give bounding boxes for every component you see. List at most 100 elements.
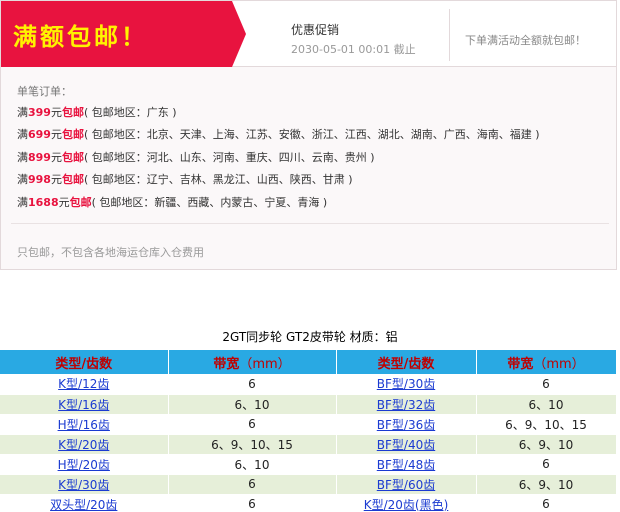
promo-deadline: 2030-05-01 00:01 截止 <box>291 43 416 56</box>
table-row: 双头型/20齿 6 K型/20齿(黑色) 6 <box>0 494 617 512</box>
table-row: K型/30齿 6 BF型/60齿 6、9、10 <box>0 474 617 495</box>
header-width-2: 带宽（mm） <box>476 350 617 374</box>
rule-free-label: 包邮 <box>69 196 92 209</box>
header-width-2-label: 带宽 <box>507 356 534 372</box>
rule-regions: ( 包邮地区：北京、天津、上海、江苏、安徽、浙江、江西、湖北、湖南、广西、海南、… <box>83 128 540 141</box>
product-link[interactable]: BF型/30齿 <box>377 377 435 391</box>
type-cell: BF型/40齿 <box>336 434 477 455</box>
rule-regions: ( 包邮地区：新疆、西藏、内蒙古、宁夏、青海 ) <box>91 196 328 209</box>
width-cell: 6 <box>476 454 617 475</box>
type-cell: BF型/36齿 <box>336 414 477 435</box>
product-link[interactable]: K型/16齿 <box>58 398 109 412</box>
header-type-2: 类型/齿数 <box>336 350 477 374</box>
shipping-rule: 满1688元包邮( 包邮地区：新疆、西藏、内蒙古、宁夏、青海 ) <box>17 194 327 210</box>
rule-prefix: 满 <box>17 173 28 186</box>
rule-free-label: 包邮 <box>61 173 84 186</box>
product-link[interactable]: BF型/36齿 <box>377 418 435 432</box>
rule-unit: 元 <box>50 151 62 164</box>
promo-header: 满额包邮！ 优惠促销 2030-05-01 00:01 截止 下单满活动全额就包… <box>1 1 616 67</box>
header-width-2-unit: （mm） <box>533 356 585 372</box>
product-link[interactable]: H型/20齿 <box>58 458 110 472</box>
shipping-rule: 满899元包邮( 包邮地区：河北、山东、河南、重庆、四川、云南、贵州 ) <box>17 149 375 165</box>
width-cell: 6、9、10 <box>476 474 617 495</box>
table-row: H型/16齿 6 BF型/36齿 6、9、10、15 <box>0 414 617 435</box>
table-row: K型/16齿 6、10 BF型/32齿 6、10 <box>0 394 617 415</box>
width-cell: 6、10 <box>168 394 337 415</box>
header-width-1-label: 带宽 <box>213 356 240 372</box>
width-cell: 6、9、10、15 <box>168 434 337 455</box>
width-cell: 6 <box>476 494 617 512</box>
width-cell: 6、10 <box>476 394 617 415</box>
product-link[interactable]: BF型/32齿 <box>377 398 435 412</box>
promo-note: 下单满活动全额就包邮！ <box>465 34 586 47</box>
width-cell: 6、9、10、15 <box>476 414 617 435</box>
rule-prefix: 满 <box>17 106 28 119</box>
promo-ribbon: 满额包邮！ <box>1 1 246 67</box>
type-cell: 双头型/20齿 <box>0 494 169 512</box>
type-cell: K型/12齿 <box>0 374 169 395</box>
table-row: H型/20齿 6、10 BF型/48齿 6 <box>0 454 617 475</box>
table-row: K型/12齿 6 BF型/30齿 6 <box>0 374 617 395</box>
width-cell: 6、9、10 <box>476 434 617 455</box>
table-title: 2GT同步轮 GT2皮带轮 材质：铝 <box>222 330 398 344</box>
width-cell: 6 <box>168 374 337 395</box>
product-link[interactable]: K型/30齿 <box>58 478 109 492</box>
rule-amount: 998 <box>28 173 51 186</box>
promo-separator <box>11 223 609 224</box>
rule-unit: 元 <box>58 196 70 209</box>
rule-prefix: 满 <box>17 151 28 164</box>
rule-free-label: 包邮 <box>61 151 84 164</box>
rules-title: 单笔订单： <box>17 85 72 98</box>
rule-free-label: 包邮 <box>61 128 84 141</box>
type-cell: BF型/32齿 <box>336 394 477 415</box>
rule-prefix: 满 <box>17 196 28 209</box>
width-cell: 6 <box>168 414 337 435</box>
width-cell: 6、10 <box>168 454 337 475</box>
header-type-1: 类型/齿数 <box>0 350 169 374</box>
promo-footnote: 只包邮，不包含各地海运仓库入仓费用 <box>17 246 204 259</box>
type-cell: K型/20齿 <box>0 434 169 455</box>
rule-prefix: 满 <box>17 128 28 141</box>
table-row: K型/20齿 6、9、10、15 BF型/40齿 6、9、10 <box>0 434 617 455</box>
shipping-rule: 满399元包邮( 包邮地区：广东 ) <box>17 104 177 120</box>
rule-unit: 元 <box>50 128 62 141</box>
header-width-1: 带宽（mm） <box>168 350 337 374</box>
product-link[interactable]: K型/12齿 <box>58 377 109 391</box>
promo-ribbon-title: 满额包邮！ <box>13 23 148 51</box>
product-link[interactable]: BF型/60齿 <box>377 478 435 492</box>
type-cell: K型/20齿(黑色) <box>336 494 477 512</box>
promo-divider <box>449 9 450 61</box>
shipping-rule: 满998元包邮( 包邮地区：辽宁、吉林、黑龙江、山西、陕西、甘肃 ) <box>17 171 353 187</box>
rule-unit: 元 <box>50 106 62 119</box>
product-link[interactable]: BF型/48齿 <box>377 458 435 472</box>
type-cell: H型/20齿 <box>0 454 169 475</box>
width-cell: 6 <box>476 374 617 395</box>
product-link[interactable]: K型/20齿(黑色) <box>364 498 449 512</box>
product-link[interactable]: 双头型/20齿 <box>50 498 117 512</box>
type-cell: BF型/60齿 <box>336 474 477 495</box>
product-link[interactable]: K型/20齿 <box>58 438 109 452</box>
type-cell: BF型/30齿 <box>336 374 477 395</box>
rule-amount: 399 <box>28 106 51 119</box>
width-cell: 6 <box>168 494 337 512</box>
header-width-1-unit: （mm） <box>239 356 291 372</box>
type-cell: BF型/48齿 <box>336 454 477 475</box>
rule-regions: ( 包邮地区：辽宁、吉林、黑龙江、山西、陕西、甘肃 ) <box>83 173 353 186</box>
promo-box: 满额包邮！ 优惠促销 2030-05-01 00:01 截止 下单满活动全额就包… <box>0 0 617 270</box>
type-cell: K型/30齿 <box>0 474 169 495</box>
spec-table: 类型/齿数 带宽（mm） 类型/齿数 带宽（mm） K型/12齿 6 BF型/3… <box>0 350 617 512</box>
rule-amount: 699 <box>28 128 51 141</box>
promo-name: 优惠促销 <box>291 23 340 37</box>
rule-amount: 1688 <box>28 196 59 209</box>
table-header-row: 类型/齿数 带宽（mm） 类型/齿数 带宽（mm） <box>0 350 617 374</box>
type-cell: H型/16齿 <box>0 414 169 435</box>
rule-free-label: 包邮 <box>61 106 84 119</box>
rule-unit: 元 <box>50 173 62 186</box>
product-link[interactable]: H型/16齿 <box>58 418 110 432</box>
shipping-rule: 满699元包邮( 包邮地区：北京、天津、上海、江苏、安徽、浙江、江西、湖北、湖南… <box>17 126 540 142</box>
width-cell: 6 <box>168 474 337 495</box>
rule-amount: 899 <box>28 151 51 164</box>
product-link[interactable]: BF型/40齿 <box>377 438 435 452</box>
rule-regions: ( 包邮地区：广东 ) <box>83 106 177 119</box>
rule-regions: ( 包邮地区：河北、山东、河南、重庆、四川、云南、贵州 ) <box>83 151 375 164</box>
